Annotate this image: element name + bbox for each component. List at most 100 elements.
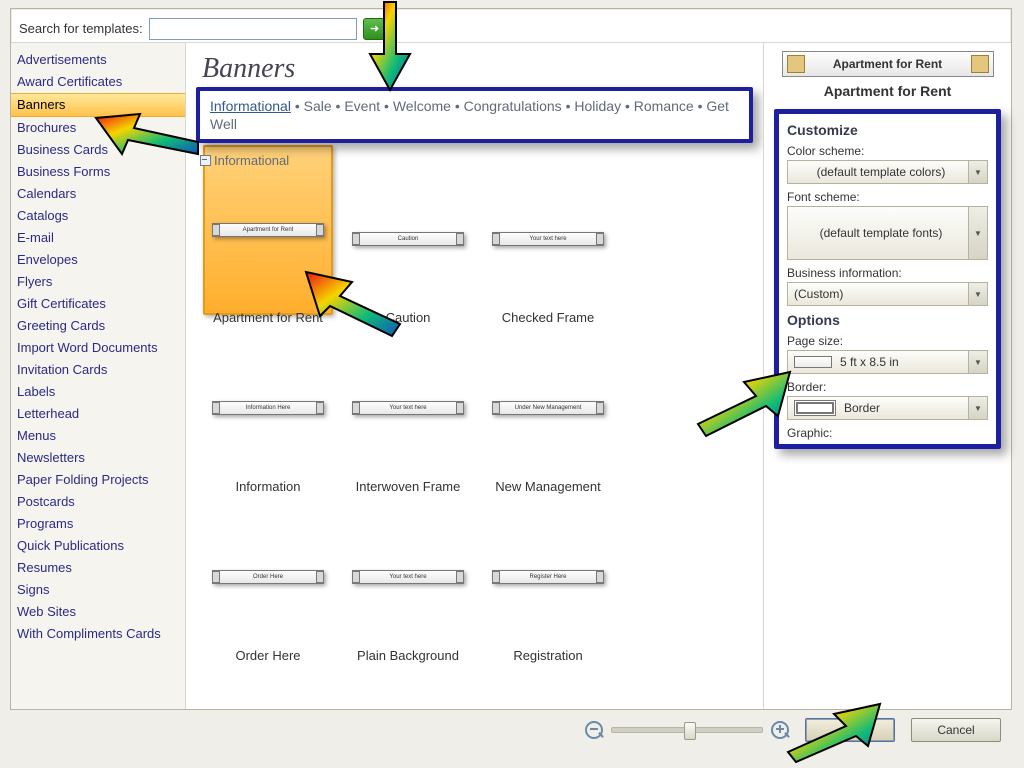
category-item[interactable]: Envelopes: [11, 249, 185, 271]
category-item[interactable]: Web Sites: [11, 601, 185, 623]
category-item[interactable]: Gift Certificates: [11, 293, 185, 315]
category-item[interactable]: E-mail: [11, 227, 185, 249]
category-item[interactable]: Resumes: [11, 557, 185, 579]
chevron-down-icon: ▼: [968, 283, 987, 305]
separator: •: [451, 98, 464, 114]
font-scheme-dropdown[interactable]: (default template fonts) ▼: [787, 206, 988, 260]
category-item[interactable]: Programs: [11, 513, 185, 535]
template-label: Information: [198, 479, 338, 494]
border-value: Border: [844, 401, 968, 415]
category-item[interactable]: Brochures: [11, 117, 185, 139]
search-go-button[interactable]: ➜: [363, 18, 387, 40]
template-item[interactable]: Your text hereInterwoven Frame: [338, 343, 478, 494]
template-label: Checked Frame: [478, 310, 618, 325]
category-item[interactable]: Menus: [11, 425, 185, 447]
zoom-in-button[interactable]: [771, 721, 789, 739]
filter-category-link[interactable]: Welcome: [393, 98, 451, 114]
template-item[interactable]: Under New Management New Management: [478, 343, 618, 494]
template-thumb: Apartment for Rent: [198, 174, 338, 304]
template-label: Apartment for Rent: [198, 310, 338, 325]
category-item[interactable]: Postcards: [11, 491, 185, 513]
business-info-label: Business information:: [787, 266, 988, 280]
search-input[interactable]: [149, 18, 357, 40]
category-item[interactable]: Invitation Cards: [11, 359, 185, 381]
filter-category-link[interactable]: Congratulations: [464, 98, 562, 114]
template-thumb: Register Here: [478, 512, 618, 642]
customize-panel: Apartment for Rent Apartment for Rent Cu…: [763, 43, 1011, 709]
business-info-dropdown[interactable]: (Custom) ▼: [787, 282, 988, 306]
cancel-label: Cancel: [937, 723, 974, 737]
page-size-label: Page size:: [787, 334, 988, 348]
category-item[interactable]: Newsletters: [11, 447, 185, 469]
banner-chip: Under New Management: [492, 401, 604, 415]
separator: •: [562, 98, 575, 114]
category-item[interactable]: Letterhead: [11, 403, 185, 425]
template-item[interactable]: Register Here Registration: [478, 512, 618, 663]
separator: •: [332, 98, 345, 114]
arrow-right-icon: ➜: [370, 22, 379, 35]
category-item[interactable]: Banners: [11, 93, 185, 117]
filter-category-link[interactable]: Informational: [210, 98, 291, 114]
category-item[interactable]: Catalogs: [11, 205, 185, 227]
category-item[interactable]: Calendars: [11, 183, 185, 205]
category-item[interactable]: Business Cards: [11, 139, 185, 161]
template-label: Registration: [478, 648, 618, 663]
cancel-button[interactable]: Cancel: [911, 718, 1001, 742]
filter-category-link[interactable]: Sale: [304, 98, 332, 114]
border-dropdown[interactable]: Border ▼: [787, 396, 988, 420]
template-preview: Apartment for Rent: [782, 51, 994, 77]
chevron-down-icon: ▼: [968, 161, 987, 183]
template-label: New Management: [478, 479, 618, 494]
template-item[interactable]: Your text here Checked Frame: [478, 174, 618, 325]
template-item[interactable]: CautionCaution: [338, 174, 478, 325]
template-item[interactable]: Your text herePlain Background: [338, 512, 478, 663]
page-size-icon: [794, 356, 832, 368]
filter-category-link[interactable]: Event: [344, 98, 380, 114]
customize-heading: Customize: [787, 122, 988, 138]
category-item[interactable]: Quick Publications: [11, 535, 185, 557]
template-thumb: Under New Management: [478, 343, 618, 473]
template-item[interactable]: Information Here Information: [198, 343, 338, 494]
template-area: Banners Informational • Sale • Event • W…: [186, 43, 763, 709]
category-item[interactable]: Advertisements: [11, 49, 185, 71]
customize-frame: Customize Color scheme: (default templat…: [774, 109, 1001, 449]
page-size-dropdown[interactable]: 5 ft x 8.5 in ▼: [787, 350, 988, 374]
section-title-text: Informational: [214, 153, 289, 168]
selected-thumb: Apartment for Rent: [203, 145, 333, 315]
separator: •: [380, 98, 393, 114]
category-item[interactable]: Business Forms: [11, 161, 185, 183]
chevron-down-icon: ▼: [968, 207, 987, 259]
template-item[interactable]: Order HereOrder Here: [198, 512, 338, 663]
section-collapse-toggle[interactable]: Informational: [196, 151, 753, 170]
zoom-slider[interactable]: [611, 727, 763, 733]
category-item[interactable]: Flyers: [11, 271, 185, 293]
banner-chip: Your text here: [352, 570, 464, 584]
zoom-out-button[interactable]: [585, 721, 603, 739]
slider-knob[interactable]: [684, 722, 696, 740]
filter-category-link[interactable]: Holiday: [574, 98, 621, 114]
ok-button[interactable]: OK: [805, 718, 895, 742]
category-item[interactable]: Greeting Cards: [11, 315, 185, 337]
category-item[interactable]: With Compliments Cards: [11, 623, 185, 645]
banner-chip: Your text here: [492, 232, 604, 246]
category-item[interactable]: Award Certificates: [11, 71, 185, 93]
color-scheme-dropdown[interactable]: (default template colors) ▼: [787, 160, 988, 184]
zoom-controls: [585, 721, 789, 739]
template-thumb: Your text here: [478, 174, 618, 304]
banner-chip: Caution: [352, 232, 464, 246]
category-item[interactable]: Import Word Documents: [11, 337, 185, 359]
category-item[interactable]: Paper Folding Projects: [11, 469, 185, 491]
preview-ornament-left: [787, 55, 805, 73]
category-item[interactable]: Signs: [11, 579, 185, 601]
preview-ornament-right: [971, 55, 989, 73]
business-info-value: (Custom): [794, 287, 968, 301]
category-item[interactable]: Labels: [11, 381, 185, 403]
banner-chip: Your text here: [352, 401, 464, 415]
banner-chip: Order Here: [212, 570, 324, 584]
font-scheme-label: Font scheme:: [787, 190, 988, 204]
separator: •: [621, 98, 634, 114]
filter-category-link[interactable]: Romance: [634, 98, 694, 114]
template-item[interactable]: Apartment for Rent Apartment for Rent: [198, 174, 338, 325]
template-thumb: Your text here: [338, 512, 478, 642]
template-thumb: Information Here: [198, 343, 338, 473]
